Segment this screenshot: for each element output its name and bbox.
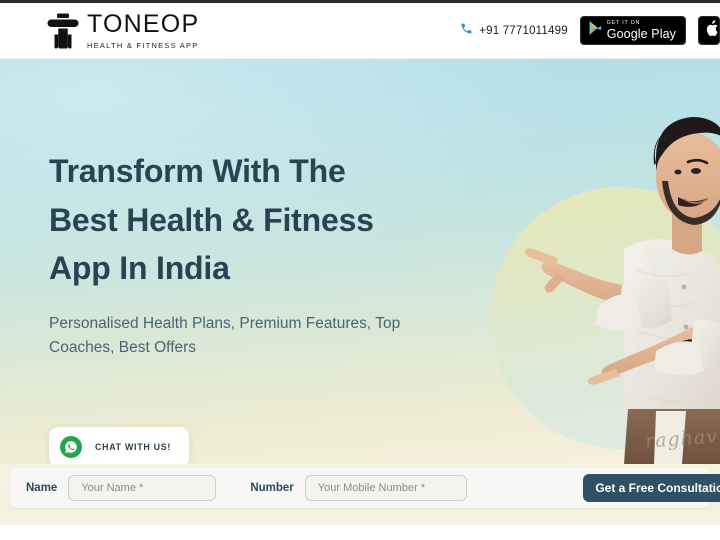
hero-section: raghav Transform With The Best Health & … bbox=[0, 59, 720, 464]
google-play-icon bbox=[588, 20, 602, 41]
google-play-badge[interactable]: GET IT ON Google Play bbox=[579, 16, 686, 45]
page-title: Transform With The Best Health & Fitness… bbox=[49, 147, 479, 293]
app-store-badge[interactable] bbox=[698, 16, 720, 45]
phone-number: +91 7771011499 bbox=[479, 24, 568, 37]
header-actions: +91 7771011499 GET IT ON Google Play bbox=[460, 16, 720, 45]
site-header: TONEOP HEALTH & FITNESS APP +91 77710114… bbox=[0, 3, 720, 59]
phone-icon bbox=[460, 22, 473, 40]
name-input[interactable]: Your Name * bbox=[68, 475, 217, 501]
mobile-number-input[interactable]: Your Mobile Number * bbox=[304, 475, 467, 501]
page-body-below-fold bbox=[0, 525, 720, 540]
landing-page: TONEOP HEALTH & FITNESS APP +91 77710114… bbox=[0, 0, 720, 540]
form-strip-underlay bbox=[0, 512, 720, 525]
hero-person-image: raghav bbox=[496, 59, 720, 464]
headline-line-3: App In India bbox=[49, 250, 230, 287]
headline-line-1: Transform With The bbox=[49, 153, 346, 189]
google-play-badge-text: GET IT ON Google Play bbox=[606, 19, 676, 41]
number-field-label: Number bbox=[250, 482, 294, 494]
brand-text: TONEOP HEALTH & FITNESS APP bbox=[87, 9, 200, 50]
badge-store-name: Google Play bbox=[606, 26, 676, 41]
phone-link[interactable]: +91 7771011499 bbox=[460, 22, 568, 40]
brand-tagline: HEALTH & FITNESS APP bbox=[87, 40, 199, 50]
toneop-barbell-t-logo-icon bbox=[46, 12, 80, 50]
get-free-consultation-button[interactable]: Get a Free Consultation bbox=[583, 474, 720, 502]
badge-pretext: GET IT ON bbox=[606, 19, 641, 26]
headline-line-2: Best Health & Fitness bbox=[49, 201, 374, 238]
name-field-label: Name bbox=[26, 482, 58, 494]
hero-subheadline: Personalised Health Plans, Premium Featu… bbox=[49, 314, 401, 356]
chat-with-us-button[interactable]: CHAT WITH US! bbox=[49, 427, 190, 464]
app-store-icon bbox=[706, 20, 719, 41]
whatsapp-icon bbox=[60, 436, 82, 458]
brand-logo[interactable]: TONEOP HEALTH & FITNESS APP bbox=[46, 9, 200, 50]
brand-name: TONEOP bbox=[87, 9, 200, 38]
chat-button-label: CHAT WITH US! bbox=[95, 442, 172, 452]
hero-copy: Transform With The Best Health & Fitness… bbox=[49, 147, 479, 360]
